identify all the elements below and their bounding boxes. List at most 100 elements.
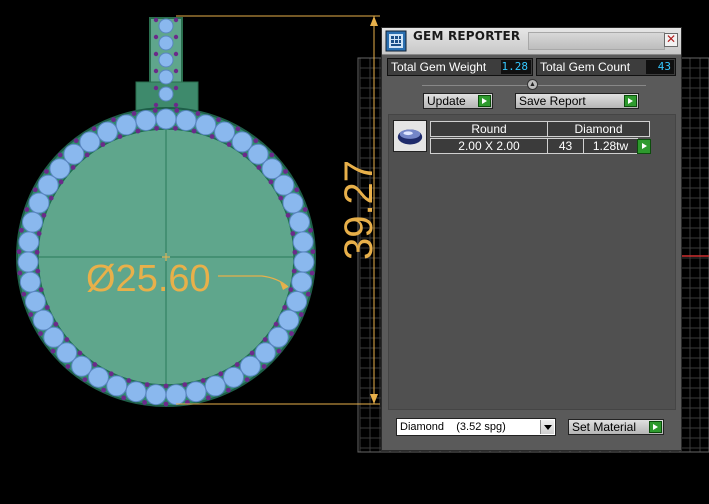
ring-prong [292,249,298,255]
ring-prong [182,382,188,388]
gem-row-size: 2.00 X 2.00 [430,138,548,154]
bail-gem [158,35,174,51]
ring-gem [261,158,283,180]
ring-prong [142,400,147,405]
ring-gem [19,271,41,293]
save-report-button[interactable]: Save Report [515,93,639,109]
gem-row-expand-arrow-icon[interactable] [637,139,651,154]
ring-prong [234,362,240,367]
update-button[interactable]: Update [423,93,493,109]
ring-prong [173,125,178,131]
ring-prong [111,117,116,123]
ring-prong [24,207,30,212]
ring-prong [92,362,98,367]
ring-prong [289,331,294,336]
ring-prong [21,291,27,297]
ring-prong [218,371,224,377]
ring-prong [16,249,22,255]
ring-gem [204,375,226,397]
gem-reporter-panel: GEM REPORTER ✕ Total Gem Weight 1.28 Tot… [381,27,682,451]
height-arrowhead-top [370,16,378,26]
ring-prong [131,111,137,116]
ring-gem [18,231,40,253]
ring-gem [17,251,39,273]
ring-prong [269,152,275,158]
gem-row-count: 43 [547,138,584,154]
ring-prong [38,331,43,336]
ring-prong [253,138,259,144]
material-select-value: Diamond (3.52 spg) [400,421,506,433]
ring-prong [273,321,279,327]
height-arrowhead-bottom [370,394,378,404]
ring-prong [38,287,44,293]
ring-prong [195,111,201,116]
ring-gem [43,326,65,348]
ring-gem [185,381,207,403]
ring-prong [35,268,41,274]
ring-gem [223,366,245,388]
play-arrow-icon [649,421,662,433]
ring-gem [292,231,314,253]
ring-prong [216,117,221,123]
height-dimension-label: 39.27 [337,160,381,260]
ring-prong [82,377,88,382]
update-button-label: Update [427,94,466,108]
ring-prong [290,231,296,236]
ring-gem [273,174,295,196]
ring-prong [285,212,291,218]
ring-prong [302,207,308,212]
ring-prong [163,401,169,407]
ring-prong [65,364,71,369]
ring-prong [121,395,127,401]
bail-prong [173,102,179,108]
ring-gem [115,114,137,136]
ring-prong [70,165,76,170]
ring-prong [58,179,64,185]
title-bar[interactable]: GEM REPORTER ✕ [382,28,681,55]
ring-gem [214,121,236,143]
ring-prong [91,126,97,132]
collapse-up-icon[interactable]: ▲ [527,79,538,90]
close-icon[interactable]: ✕ [664,33,678,47]
save-report-button-label: Save Report [519,94,586,108]
column-header-shape: Round [430,121,548,137]
chevron-down-icon[interactable] [540,420,554,434]
play-arrow-icon [624,95,637,107]
bail-prong [153,102,159,108]
material-select[interactable]: Diamond (3.52 spg) [396,418,556,436]
ring-prong [174,107,180,113]
ring-gem [79,131,101,153]
ring-prong [261,364,267,369]
total-gem-count: Total Gem Count 43 [536,58,676,76]
gem-report-list: Round Diamond 2.00 X 2.00 43 1.28tw [388,114,676,410]
ring-prong [50,348,56,354]
ring-prong [278,195,284,201]
ring-gem [24,291,46,313]
set-material-button[interactable]: Set Material [568,419,664,435]
ring-prong [44,169,49,174]
ring-prong [73,138,79,144]
ring-prong [108,371,114,377]
ring-prong [53,321,59,327]
ring-gem [286,291,308,313]
gem-row-weight: 1.28tw [583,138,638,154]
total-gem-weight-label: Total Gem Weight [391,60,487,74]
ring-gem [289,211,311,233]
bail-gem [158,18,174,34]
ring-prong [19,227,24,233]
ring-gem [32,309,54,331]
title-bar-fill [528,32,665,50]
ring-prong [276,348,282,354]
ring-prong [309,270,315,276]
ring-prong [249,350,255,356]
ring-gem [145,384,167,406]
ring-prong [225,387,231,393]
ring-prong [41,212,47,218]
bail-prong [153,51,159,57]
ring-gem [165,384,187,406]
ring-gem [96,121,118,143]
ring-prong [226,142,232,147]
ring-prong [57,152,63,158]
panel-title: GEM REPORTER [413,29,521,43]
ring-prong [256,165,262,170]
